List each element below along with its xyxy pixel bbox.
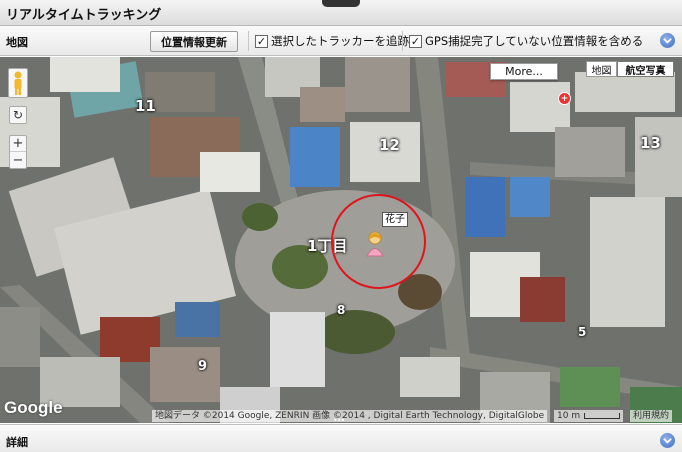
- satellite-map[interactable]: ↻ + − More... 地図 航空写真 + 11 12 13 1丁目 8 9…: [0, 57, 682, 423]
- terms-link[interactable]: 利用規約: [630, 410, 673, 422]
- include-gps-incomplete-checkbox[interactable]: ✓ GPS捕捉完了していない位置情報を含める: [402, 31, 643, 51]
- zoom-in-button[interactable]: +: [10, 136, 26, 152]
- block-label: 13: [640, 134, 661, 152]
- street-view-pegman-icon[interactable]: [8, 68, 28, 98]
- chevron-down-icon[interactable]: [660, 33, 675, 48]
- rotate-icon[interactable]: ↻: [9, 106, 27, 124]
- track-selected-checkbox[interactable]: ✓ 選択したトラッカーを追跡: [248, 31, 409, 51]
- detail-panel-header: 詳細: [0, 424, 682, 452]
- window-grip[interactable]: [322, 0, 360, 7]
- more-button[interactable]: More...: [490, 63, 558, 80]
- tracker-name-label: 花子: [382, 212, 408, 227]
- scale-bar-graphic: [584, 413, 621, 419]
- resize-grip-icon[interactable]: •••: [333, 417, 345, 424]
- block-label: 11: [135, 97, 156, 115]
- scale-bar: 10 m: [554, 410, 624, 422]
- block-label: 5: [578, 325, 587, 339]
- update-location-button[interactable]: 位置情報更新: [150, 31, 238, 52]
- block-label: 8: [337, 303, 346, 317]
- include-gps-incomplete-label: GPS捕捉完了していない位置情報を含める: [425, 34, 644, 48]
- map-panel-label: 地図: [6, 36, 28, 49]
- tracker-person-icon[interactable]: [364, 229, 386, 257]
- zoom-control: + −: [9, 135, 27, 169]
- title-bar: リアルタイムトラッキング: [0, 0, 682, 26]
- map-toolbar: 地図 位置情報更新 ✓ 選択したトラッカーを追跡 ✓ GPS捕捉完了していない位…: [0, 26, 682, 56]
- zoom-out-button[interactable]: −: [10, 152, 26, 168]
- map-attribution: 地図データ ©2014 Google, ZENRIN 画像 ©2014 , Di…: [152, 410, 548, 422]
- map-type-satellite-button[interactable]: 航空写真: [617, 61, 674, 77]
- window-title: リアルタイムトラッキング: [6, 8, 162, 23]
- track-selected-label: 選択したトラッカーを追跡: [271, 34, 409, 48]
- block-label: 12: [379, 136, 400, 154]
- checkbox-box[interactable]: ✓: [255, 34, 268, 48]
- hospital-poi-icon[interactable]: +: [558, 92, 571, 105]
- checkbox-box[interactable]: ✓: [409, 34, 422, 48]
- scale-label: 10 m: [557, 411, 581, 421]
- chevron-down-icon[interactable]: [660, 433, 675, 448]
- block-label: 9: [198, 359, 208, 374]
- google-logo: Google: [4, 398, 63, 417]
- detail-panel-label: 詳細: [6, 436, 28, 449]
- map-type-map-button[interactable]: 地図: [586, 61, 617, 77]
